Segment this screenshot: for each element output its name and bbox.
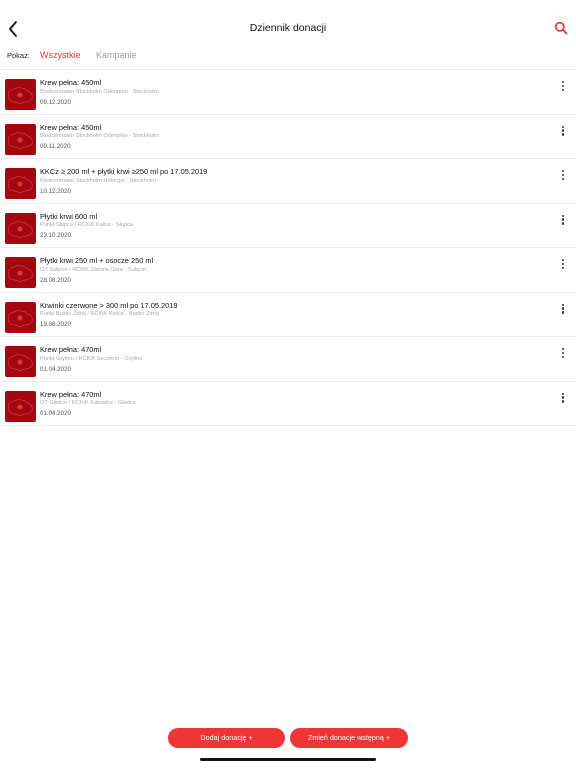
donation-date: 01.04.2020 — [40, 365, 71, 373]
list-item[interactable]: Krew pełna: 450ml Blodcentralen Stockhol… — [0, 70, 576, 115]
donation-title: Krew pełna: 450ml — [40, 122, 102, 132]
donation-date: 28.08.2020 — [40, 276, 71, 284]
list-item[interactable]: Płytki krwi 600 ml Punkt Słupca / RCKiK … — [0, 204, 576, 248]
donation-title: Krwinki czerwone > 300 ml po 17.05.2019 — [40, 300, 178, 310]
more-options-button[interactable] — [559, 348, 567, 362]
search-icon — [554, 21, 568, 35]
more-options-button[interactable] — [559, 392, 567, 407]
blood-drop-map-icon — [7, 131, 33, 149]
donation-thumbnail — [5, 212, 36, 244]
list-item[interactable]: KKCz ≥ 200 ml + płytki krwi ≥250 ml po 1… — [0, 159, 576, 204]
change-initial-donation-button[interactable]: Zmień donacje wstępną + — [290, 728, 408, 748]
donation-title: Krew pełna: 470ml — [40, 389, 102, 399]
donation-title: Płytki krwi 600 ml — [40, 211, 98, 221]
filter-label: Pokaż: — [7, 51, 30, 60]
blood-drop-map-icon — [7, 353, 33, 372]
home-indicator — [200, 758, 376, 761]
more-options-button[interactable] — [559, 303, 567, 318]
donation-list: Krew pełna: 450ml Blodcentralen Stockhol… — [0, 69, 576, 426]
donation-date: 19.08.2020 — [40, 321, 71, 328]
donation-place: Blodcentralen Stockholm Odenplan - Stock… — [40, 133, 159, 139]
donation-title: Krew pełna: 450ml — [40, 78, 102, 87]
donation-place: Punkt Gryfino / RCKiK Szczecin - Gryfino — [40, 355, 143, 362]
donation-thumbnail — [5, 79, 36, 110]
blood-drop-map-icon — [7, 398, 33, 416]
blood-drop-map-icon — [7, 86, 33, 105]
more-options-button[interactable] — [559, 81, 567, 95]
more-options-button[interactable] — [559, 259, 567, 273]
donation-date: 09.11.2020 — [40, 143, 71, 150]
donation-date: 23.10.2020 — [40, 232, 71, 239]
donation-date: 09.12.2020 — [40, 98, 71, 106]
donation-thumbnail — [5, 123, 36, 155]
donation-date: 01.04.2020 — [40, 410, 71, 417]
donation-thumbnail — [5, 346, 36, 377]
add-donation-button[interactable]: Dodaj donację + — [168, 728, 285, 748]
donation-title: KKCz ≥ 200 ml + płytki krwi ≥250 ml po 1… — [40, 167, 208, 176]
list-item[interactable]: Krew pełna: 450ml Blodcentralen Stockhol… — [0, 115, 576, 159]
blood-drop-map-icon — [7, 220, 33, 238]
donation-place: Punkt Busko Zdrój / RCKiK Kielce - Busko… — [40, 311, 159, 317]
tab-campaigns[interactable]: Kampanie — [96, 50, 137, 60]
more-options-button[interactable] — [559, 125, 567, 140]
blood-drop-map-icon — [7, 309, 33, 327]
donation-place: Punkt Słupca / RCKiK Kalisz - Słupca — [40, 222, 133, 228]
tab-all[interactable]: Wszystkie — [40, 50, 81, 60]
search-button[interactable] — [554, 21, 568, 35]
list-item[interactable]: Krwinki czerwone > 300 ml po 17.05.2019 … — [0, 293, 576, 337]
page-title: Dziennik donacji — [249, 22, 327, 34]
donation-title: Płytki krwi 250 ml + osocze 250 ml — [40, 256, 154, 265]
donation-thumbnail — [5, 390, 36, 422]
donation-place: OT Sulęcin / RCKiK Zielona Góra - Sulęci… — [40, 266, 147, 273]
list-item[interactable]: Płytki krwi 250 ml + osocze 250 ml OT Su… — [0, 248, 576, 293]
list-item[interactable]: Krew pełna: 470ml OT Gliwice / RCKiK Kat… — [0, 382, 576, 426]
list-item[interactable]: Krew pełna: 470ml Punkt Gryfino / RCKiK … — [0, 337, 576, 382]
donation-place: Blodcentralen Stockholm Odenplan - Stock… — [40, 88, 159, 95]
donation-date: 10.12.2020 — [40, 187, 71, 195]
donation-title: Krew pełna: 470ml — [40, 345, 102, 354]
filter-bar: Pokaż: Wszystkie Kampanie — [0, 50, 576, 68]
donation-place: Blodcentralen Stockholm Hötorget - Stock… — [40, 177, 156, 184]
more-options-button[interactable] — [559, 214, 567, 229]
more-options-button[interactable] — [559, 170, 567, 184]
blood-drop-map-icon — [7, 264, 33, 283]
donation-thumbnail — [5, 257, 36, 288]
donation-thumbnail — [5, 168, 36, 199]
donation-thumbnail — [5, 301, 36, 333]
blood-drop-map-icon — [7, 175, 33, 194]
donation-place: OT Gliwice / RCKiK Katowice - Gliwice — [40, 400, 136, 406]
